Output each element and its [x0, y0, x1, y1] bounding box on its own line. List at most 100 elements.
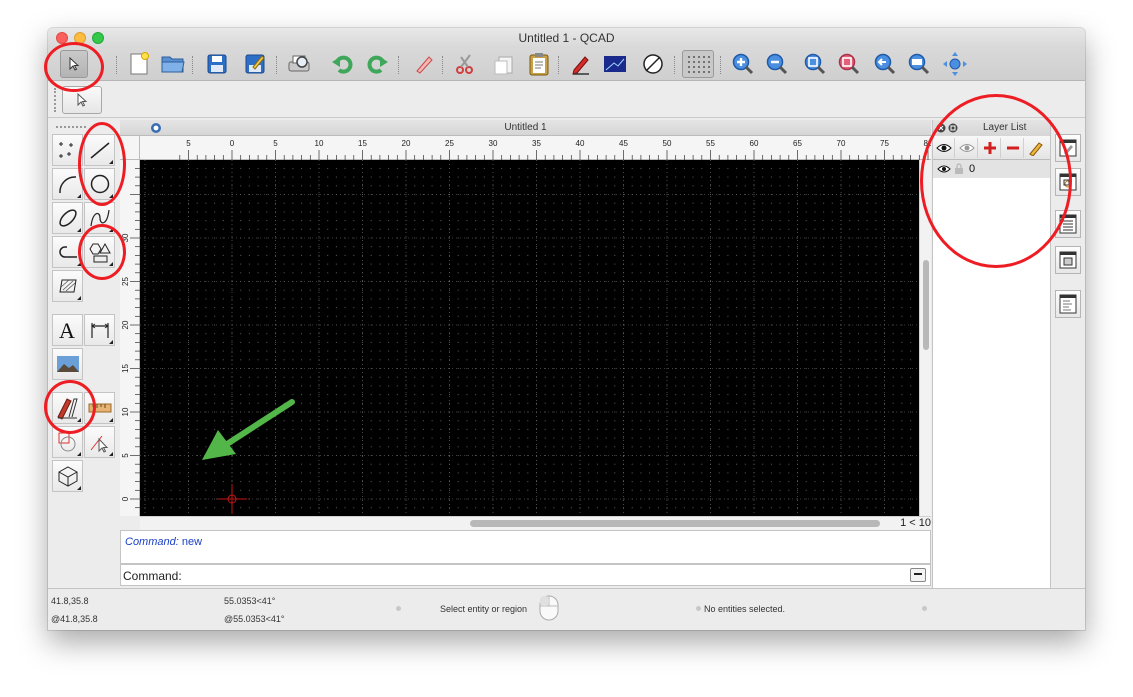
block-button[interactable] — [600, 50, 630, 78]
show-all-layers-button[interactable] — [933, 138, 955, 158]
zoom-out-button[interactable] — [762, 50, 792, 78]
hide-all-layers-button[interactable] — [956, 138, 978, 158]
pan-button[interactable] — [940, 50, 970, 78]
line-tool[interactable] — [84, 134, 115, 166]
edit-layer-button[interactable] — [1025, 138, 1047, 158]
eraser-button[interactable] — [408, 50, 438, 78]
layers-dock-button[interactable] — [1055, 210, 1081, 238]
zoom-selection-button[interactable] — [834, 50, 864, 78]
layer-list-panel: Layer List 0 — [932, 120, 1051, 588]
layer-row[interactable]: 0 — [933, 160, 1051, 178]
library-dock-button[interactable] — [1055, 246, 1081, 274]
polyline-tool[interactable] — [52, 236, 83, 268]
snap-tool[interactable] — [52, 426, 83, 458]
ruler-label: 20 — [402, 139, 411, 148]
ellipse-icon — [58, 209, 77, 227]
layers-list-icon — [1059, 214, 1077, 234]
title-bar: Untitled 1 - QCAD — [48, 28, 1085, 48]
measure-tool[interactable] — [84, 392, 115, 424]
select-tool[interactable] — [84, 426, 115, 458]
print-preview-button[interactable] — [284, 50, 314, 78]
polyline-icon — [58, 246, 77, 258]
layer-name: 0 — [969, 163, 976, 175]
tool-palette: A — [48, 120, 118, 588]
property-editor-dock-button[interactable] — [1055, 134, 1081, 162]
drawing-tab[interactable]: Untitled 1 — [120, 120, 931, 136]
toolbar-separator — [558, 56, 559, 74]
remove-layer-button[interactable] — [1002, 138, 1024, 158]
print-preview-icon — [288, 55, 310, 72]
ruler-label: 60 — [750, 139, 759, 148]
layer-visible-eye-icon[interactable] — [937, 164, 951, 174]
toolbar-separator — [720, 56, 721, 74]
dock-close-float-icon[interactable] — [936, 122, 960, 134]
layer-list-title: Layer List — [983, 122, 1027, 133]
command-list-icon — [1059, 294, 1077, 314]
command-line[interactable]: Command: — [120, 564, 931, 586]
dimension-icon — [90, 323, 109, 338]
hatch-tool[interactable] — [52, 270, 83, 302]
horizontal-ruler-ticks: 5 0 5 10 15 20 25 30 35 40 45 50 55 60 65 70 75 80 — [179, 139, 933, 160]
selection-status: No entities selected. — [704, 604, 786, 614]
image-tool[interactable] — [52, 348, 83, 380]
layer-list: 0 — [933, 160, 1051, 588]
select-icon — [90, 435, 108, 453]
add-layer-button[interactable] — [979, 138, 1001, 158]
vertical-ruler-ticks: 3025201510505 — [121, 168, 140, 545]
ruler-corner — [120, 136, 140, 160]
horizontal-scroll-thumb[interactable] — [470, 520, 880, 527]
ruler-label: 5 — [121, 453, 130, 458]
cut-button[interactable] — [450, 50, 480, 78]
vertical-ruler: 3025201510505 — [120, 160, 140, 545]
pencil-icon — [1029, 142, 1043, 156]
modify-tool[interactable] — [52, 392, 83, 424]
palette-grip[interactable] — [56, 126, 86, 128]
zoom-window-button[interactable] — [904, 50, 934, 78]
submenu-indicator-icon — [77, 452, 81, 456]
save-icon — [207, 54, 227, 74]
ellipse-tool[interactable] — [52, 202, 83, 234]
zoom-auto-button[interactable] — [800, 50, 830, 78]
new-file-button[interactable] — [124, 50, 154, 78]
pointer-button[interactable] — [60, 50, 88, 78]
ruler-label: 55 — [706, 139, 715, 148]
vertical-scrollbar[interactable] — [919, 160, 931, 516]
ruler-icon — [88, 403, 111, 413]
save-button[interactable] — [202, 50, 232, 78]
open-file-button[interactable] — [158, 50, 188, 78]
toolbar-grip[interactable] — [54, 88, 57, 112]
spline-tool[interactable] — [84, 202, 115, 234]
block-tool[interactable] — [52, 460, 83, 492]
layer-lock-icon[interactable] — [954, 163, 964, 175]
mouse-hint: Select entity or region — [440, 604, 528, 614]
toolbar-separator — [442, 56, 443, 74]
paste-button[interactable] — [524, 50, 554, 78]
grid-toggle-button[interactable] — [682, 50, 714, 78]
dimension-tool[interactable] — [84, 314, 115, 346]
zoom-in-button[interactable] — [728, 50, 758, 78]
horizontal-scrollbar[interactable]: 1 < 10 — [140, 516, 931, 530]
text-tool[interactable]: A — [52, 314, 83, 346]
ruler-label: 50 — [663, 139, 672, 148]
cut-icon — [456, 54, 473, 74]
undo-button[interactable] — [328, 50, 358, 78]
block-list-dock-button[interactable] — [1055, 168, 1081, 196]
command-toggle-button[interactable] — [910, 568, 926, 582]
zoom-previous-button[interactable] — [870, 50, 900, 78]
select-mode-button[interactable] — [62, 86, 102, 114]
redo-button[interactable] — [362, 50, 392, 78]
copy-button[interactable] — [488, 50, 518, 78]
shape-tool[interactable] — [84, 236, 115, 268]
point-tool[interactable] — [52, 134, 83, 166]
submenu-indicator-icon — [77, 296, 81, 300]
pen-button[interactable] — [566, 50, 596, 78]
command-dock-button[interactable] — [1055, 290, 1081, 318]
property-editor-icon — [1059, 139, 1077, 157]
save-as-button[interactable] — [240, 50, 270, 78]
circle-tool[interactable] — [84, 168, 115, 200]
no-select-button[interactable] — [638, 50, 668, 78]
toolbar-separator — [674, 56, 675, 74]
arc-tool[interactable] — [52, 168, 83, 200]
vertical-scroll-thumb[interactable] — [923, 260, 929, 350]
main-toolbar — [48, 48, 1085, 81]
